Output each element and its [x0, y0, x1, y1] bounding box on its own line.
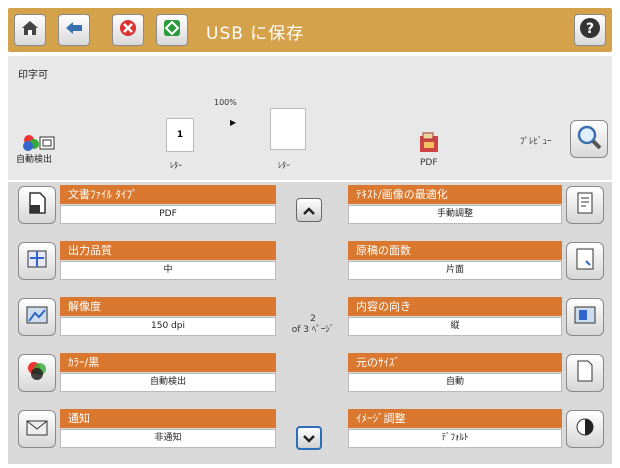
panel-title: 印字可: [18, 70, 48, 81]
settings-area: 文書ﾌｧｲﾙ ﾀｲﾌﾟ PDF 出力品質 中 解像度 150 dpi ｶﾗｰ/黒…: [8, 182, 612, 464]
arrow-right-icon: ▶: [230, 118, 237, 127]
sides-button[interactable]: [566, 242, 604, 280]
setting-text-image-optimize[interactable]: ﾃｷｽﾄ/画像の最適化 手動調整: [8, 182, 612, 230]
setting-value: 手動調整: [348, 205, 562, 224]
text-optimize-icon: [575, 191, 595, 219]
original-size-icon: [575, 359, 595, 387]
top-bar: USB に保存 ?: [8, 8, 612, 52]
orientation-button[interactable]: [566, 298, 604, 336]
sides-icon: [574, 247, 596, 275]
text-image-optimize-button[interactable]: [566, 186, 604, 224]
preview-button[interactable]: [570, 120, 608, 158]
setting-label: 原稿の面数: [348, 241, 562, 260]
setting-label: 元のｻｲｽﾞ: [348, 353, 562, 372]
start-icon: [162, 18, 182, 42]
page-thumbnail-1: 1: [166, 118, 194, 152]
home-icon: [20, 19, 40, 41]
back-icon: [64, 20, 84, 40]
zoom-level: 100%: [214, 98, 237, 107]
pdf-file-icon: [418, 132, 440, 158]
paper-size-right: ﾚﾀｰ: [278, 161, 290, 170]
start-button[interactable]: [156, 14, 188, 46]
home-button[interactable]: [14, 14, 46, 46]
page-thumbnail-2: [270, 108, 306, 150]
setting-original-size[interactable]: 元のｻｲｽﾞ 自動: [8, 350, 612, 398]
paper-size-left: ﾚﾀｰ: [170, 161, 182, 170]
original-size-button[interactable]: [566, 354, 604, 392]
back-button[interactable]: [58, 14, 90, 46]
page-title: USB に保存: [206, 24, 305, 44]
orientation-icon: [573, 304, 597, 330]
setting-orientation[interactable]: 内容の向き 縦: [8, 294, 612, 342]
preview-label: ﾌﾟﾚﾋﾞｭｰ: [520, 137, 552, 147]
stop-button[interactable]: [112, 14, 144, 46]
setting-value: ﾃﾞﾌｫﾙﾄ: [348, 429, 562, 448]
setting-label: ｲﾒｰｼﾞ調整: [348, 409, 562, 428]
setting-sides[interactable]: 原稿の面数 片面: [8, 238, 612, 286]
image-adjust-button[interactable]: [566, 410, 604, 448]
setting-value: 自動: [348, 373, 562, 392]
magnifier-icon: [575, 123, 603, 155]
file-type-label: PDF: [420, 158, 438, 168]
help-icon: ?: [579, 17, 601, 43]
setting-label: 内容の向き: [348, 297, 562, 316]
app-window: USB に保存 ? 印字可 自動検出 100% 1 ▶ ﾚﾀｰ ﾚﾀｰ PDF …: [0, 0, 620, 468]
svg-text:?: ?: [586, 21, 594, 37]
setting-image-adjust[interactable]: ｲﾒｰｼﾞ調整 ﾃﾞﾌｫﾙﾄ: [8, 406, 612, 454]
auto-detect-label: 自動検出: [16, 155, 53, 165]
setting-value: 縦: [348, 317, 562, 336]
help-button[interactable]: ?: [574, 14, 606, 46]
image-adjust-icon: [574, 416, 596, 442]
stop-icon: [118, 18, 138, 42]
setting-label: ﾃｷｽﾄ/画像の最適化: [348, 185, 562, 204]
preview-panel: 印字可 自動検出 100% 1 ▶ ﾚﾀｰ ﾚﾀｰ PDF ﾌﾟﾚﾋﾞｭｰ: [8, 56, 612, 180]
setting-value: 片面: [348, 261, 562, 280]
